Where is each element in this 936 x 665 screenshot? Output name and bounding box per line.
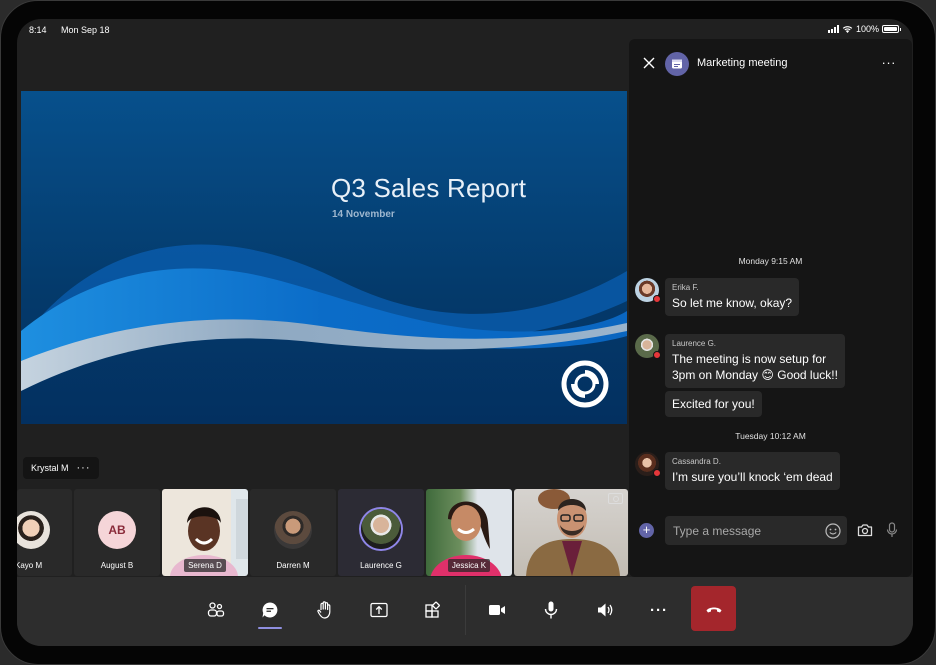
camera-icon[interactable] (857, 523, 873, 537)
avatar[interactable] (635, 334, 661, 359)
people-icon (207, 602, 225, 617)
apps-icon (425, 601, 440, 618)
camera-toggle-button[interactable] (482, 595, 512, 625)
participant-name: August B (100, 561, 134, 570)
meeting-calendar-icon (665, 52, 689, 76)
toolbar-divider (465, 585, 466, 635)
raise-hand-icon (317, 601, 331, 619)
video-camera-icon (489, 605, 505, 615)
participant-video-tile[interactable]: Jessica K (426, 489, 512, 576)
hang-up-button[interactable] (691, 586, 736, 631)
timestamp: Monday 9:15 AM (738, 256, 803, 266)
participant-tile-speaking[interactable]: Laurence G (338, 489, 424, 576)
chat-icon (262, 602, 278, 618)
cellular-signal-icon (827, 25, 839, 33)
timestamp: Tuesday 10:12 AM (735, 431, 806, 441)
avatar[interactable] (635, 452, 661, 477)
message-text-line: 3pm on Monday 😊 Good luck!! (672, 368, 838, 382)
presence-busy-icon (653, 351, 661, 359)
microphone-icon[interactable] (886, 522, 898, 538)
screen: 8:14 Mon Sep 18 100% Q3 Sales Report 14 … (17, 19, 913, 646)
message-input[interactable] (665, 516, 847, 545)
message-text: So let me know, okay? (672, 296, 793, 310)
share-screen-icon (370, 602, 388, 618)
active-tab-indicator (258, 627, 282, 629)
status-right: 100% (827, 24, 901, 34)
add-attachment-button[interactable]: + (639, 523, 654, 538)
avatar (361, 509, 401, 549)
mute-button[interactable] (536, 595, 566, 625)
tablet-frame: 8:14 Mon Sep 18 100% Q3 Sales Report 14 … (0, 0, 936, 665)
chat-panel: Marketing meeting ··· Monday 9:15 AM Eri… (629, 39, 912, 577)
wifi-icon (842, 26, 853, 33)
self-video-tile[interactable] (514, 489, 628, 576)
message-text: Excited for you! (672, 397, 755, 411)
emoji-icon[interactable] (825, 523, 841, 539)
spotlight-name-chip[interactable]: Krystal M ··· (23, 457, 99, 479)
message-text: I’m sure you’ll knock ‘em dead (672, 470, 833, 484)
raise-hand-button[interactable] (310, 595, 340, 625)
battery-icon (882, 25, 901, 33)
microphone-icon (544, 601, 558, 619)
participant-tile[interactable]: Darren M (250, 489, 336, 576)
slide-wave-graphic (21, 244, 627, 391)
spotlight-name: Krystal M (31, 463, 69, 473)
message-text-line: The meeting is now setup for (672, 352, 827, 366)
company-logo-icon (561, 360, 609, 408)
avatar-initials: AB (98, 511, 136, 549)
status-time: 8:14 (29, 25, 47, 35)
share-screen-button[interactable] (364, 595, 394, 625)
battery-percent: 100% (855, 24, 879, 34)
status-date: Mon Sep 18 (61, 25, 110, 35)
message-bubble[interactable]: Laurence G. The meeting is now setup for… (665, 334, 845, 388)
avatar (17, 511, 50, 549)
chat-button[interactable] (255, 595, 285, 625)
message-composer: + (629, 514, 912, 548)
participant-tile[interactable]: AB August B (74, 489, 160, 576)
speaker-icon (598, 603, 613, 617)
participants-button[interactable] (201, 595, 231, 625)
message-bubble[interactable]: Cassandra D. I’m sure you’ll knock ‘em d… (665, 452, 840, 490)
close-icon[interactable] (643, 57, 655, 69)
message-bubble[interactable]: Excited for you! (665, 391, 762, 417)
slide-title: Q3 Sales Report (331, 173, 527, 203)
message-sender: Cassandra D. (672, 457, 721, 466)
speaker-button[interactable] (590, 595, 620, 625)
status-bar: 8:14 Mon Sep 18 100% (17, 19, 913, 41)
participant-name: Jessica K (426, 559, 512, 572)
more-options-icon[interactable]: ··· (882, 55, 897, 70)
participant-name: Kayo M (17, 561, 43, 570)
chat-header: Marketing meeting ··· (629, 39, 912, 89)
meeting-control-bar: ··· (17, 577, 913, 646)
apps-button[interactable] (418, 595, 448, 625)
shared-slide[interactable]: Q3 Sales Report 14 November (21, 91, 627, 424)
participant-video-tile[interactable]: Serena D (162, 489, 248, 576)
more-options-icon[interactable]: ··· (77, 462, 91, 474)
participant-gallery: Kayo M AB August B Serena D Darren M Lau… (17, 489, 628, 576)
participant-name: Darren M (276, 561, 310, 570)
chat-title: Marketing meeting (697, 57, 788, 69)
message-sender: Laurence G. (672, 339, 717, 348)
more-actions-button[interactable]: ··· (644, 595, 674, 625)
message-sender: Erika F. (672, 283, 699, 292)
presence-busy-icon (653, 295, 661, 303)
participant-tile[interactable]: Kayo M (17, 489, 72, 576)
participant-name: Serena D (162, 559, 248, 572)
avatar (274, 511, 312, 549)
switch-camera-icon[interactable] (608, 493, 623, 504)
presence-busy-icon (653, 469, 661, 477)
message-bubble[interactable]: Erika F. So let me know, okay? (665, 278, 800, 316)
participant-name: Laurence G (360, 561, 402, 570)
hang-up-icon (706, 607, 721, 612)
slide-subtitle: 14 November (332, 209, 395, 220)
avatar[interactable] (635, 278, 661, 303)
